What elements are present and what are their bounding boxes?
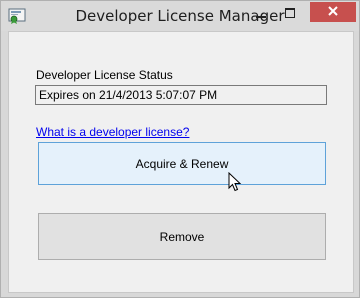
acquire-renew-label: Acquire & Renew xyxy=(135,156,229,171)
developer-license-help-link[interactable]: What is a developer license? xyxy=(36,125,189,139)
dialog-client-area: Developer License Status Expires on 21/4… xyxy=(8,31,354,293)
remove-button[interactable]: Remove xyxy=(38,213,326,260)
close-button[interactable] xyxy=(310,2,356,22)
minimize-button[interactable] xyxy=(248,2,274,22)
remove-label: Remove xyxy=(159,229,205,244)
license-manager-window: Developer License Manager Developer Lice… xyxy=(0,0,360,298)
close-icon xyxy=(328,4,338,20)
mouse-pointer-icon xyxy=(228,171,242,192)
minimize-icon xyxy=(256,3,266,22)
maximize-button[interactable] xyxy=(277,2,303,22)
maximize-icon xyxy=(285,3,295,22)
license-status-field[interactable]: Expires on 21/4/2013 5:07:07 PM xyxy=(35,85,327,105)
title-bar[interactable]: Developer License Manager xyxy=(1,1,359,31)
window-title: Developer License Manager xyxy=(75,7,285,25)
status-label: Developer License Status xyxy=(36,68,173,82)
acquire-renew-button[interactable]: Acquire & Renew xyxy=(38,142,326,185)
